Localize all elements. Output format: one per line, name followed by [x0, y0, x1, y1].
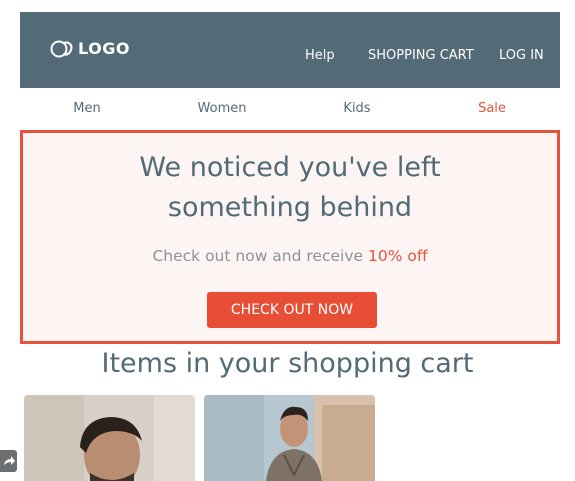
category-women[interactable]: Women — [198, 101, 247, 117]
site-header: LOGO Help SHOPPING CART LOG IN — [20, 12, 560, 88]
cart-item-image-2[interactable] — [204, 395, 375, 481]
logo-text: LOGO — [78, 39, 130, 58]
subtitle-text: Check out now and receive — [152, 247, 364, 265]
product-photo-man-1 — [24, 395, 195, 481]
cart-item-image-1[interactable] — [24, 395, 195, 481]
category-sale[interactable]: Sale — [478, 101, 506, 117]
checkout-now-button[interactable]: CHECK OUT NOW — [207, 292, 377, 328]
share-arrow-icon[interactable] — [0, 450, 17, 472]
nav-help[interactable]: Help — [305, 48, 335, 64]
logo[interactable]: LOGO — [50, 38, 130, 60]
banner-subtitle: Check out now and receive 10% off — [23, 246, 557, 266]
discount-text: 10% off — [367, 247, 428, 265]
nav-log-in[interactable]: LOG IN — [499, 48, 544, 64]
category-men[interactable]: Men — [73, 101, 100, 117]
nav-shopping-cart[interactable]: SHOPPING CART — [368, 48, 474, 64]
banner-title-line1: We noticed you've left — [139, 152, 441, 183]
logo-icon — [50, 40, 73, 58]
cart-section-title: Items in your shopping cart — [101, 348, 474, 379]
abandoned-cart-banner: We noticed you've left something behind … — [20, 130, 560, 344]
banner-title-line2: something behind — [167, 192, 413, 223]
category-kids[interactable]: Kids — [343, 101, 370, 117]
product-photo-man-2 — [204, 395, 375, 481]
